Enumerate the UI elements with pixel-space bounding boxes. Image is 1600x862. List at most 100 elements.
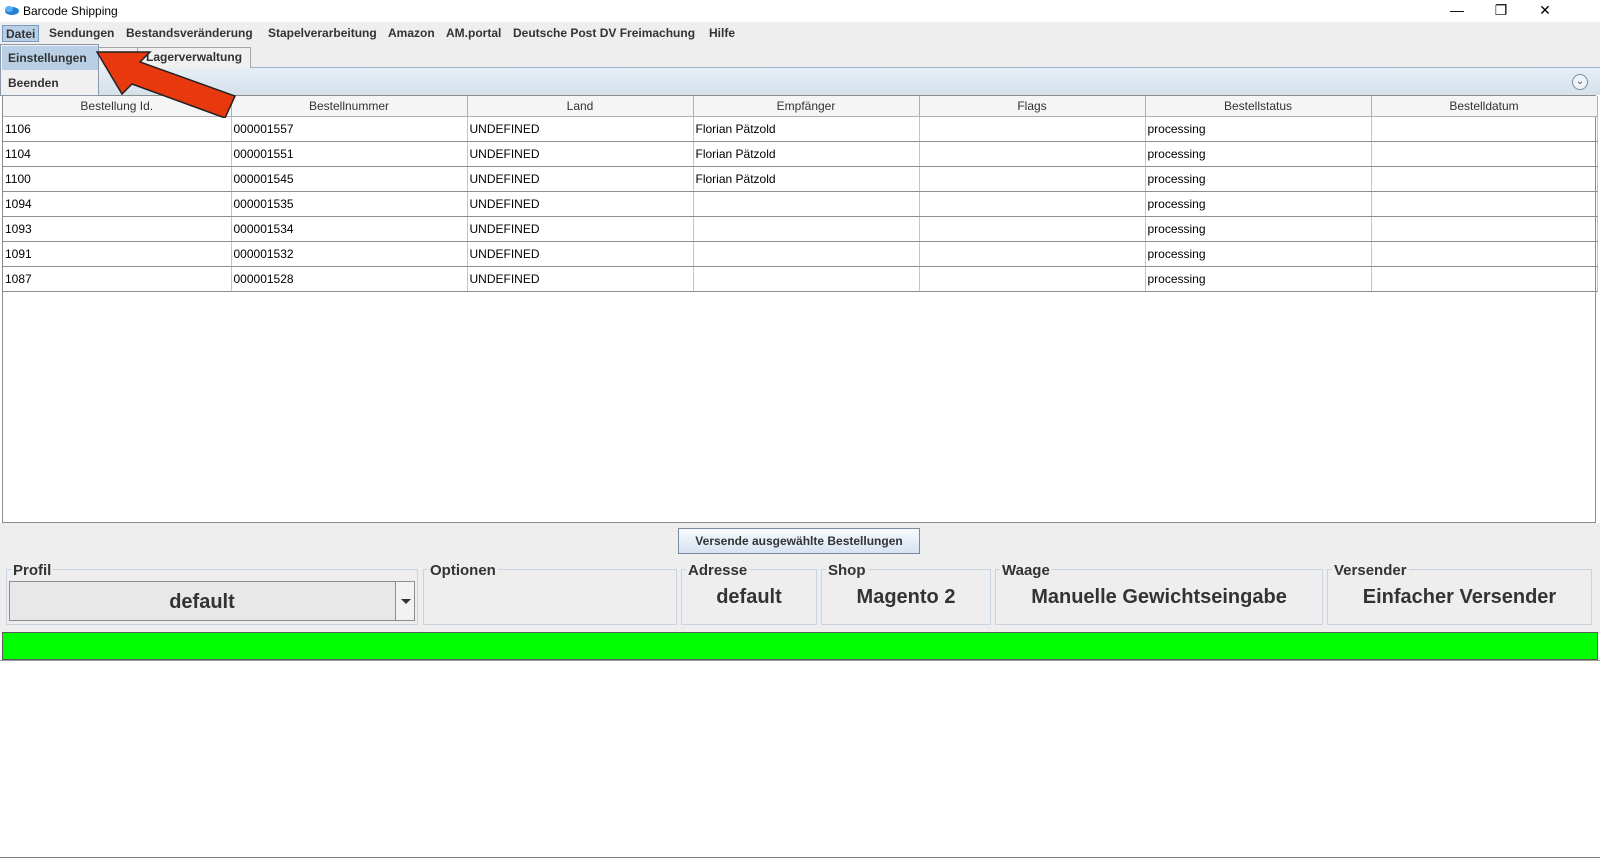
table-cell xyxy=(1371,216,1598,242)
table-cell: 000001528 xyxy=(231,266,468,292)
send-selected-orders-button[interactable]: Versende ausgewählte Bestellungen xyxy=(678,528,920,554)
versender-value: Einfacher Versender xyxy=(1362,586,1557,608)
table-row[interactable]: 1087 000001528 UNDEFINED processing xyxy=(3,266,1598,292)
table-cell xyxy=(919,116,1146,142)
table-cell xyxy=(919,241,1146,267)
table-cell: UNDEFINED xyxy=(467,191,694,217)
table-cell xyxy=(1371,241,1598,267)
table-row[interactable]: 1093 000001534 UNDEFINED processing xyxy=(3,216,1598,242)
table-cell xyxy=(919,191,1146,217)
menu-hilfe[interactable]: Hilfe xyxy=(706,25,738,42)
table-cell: 000001551 xyxy=(231,141,468,167)
table-cell: processing xyxy=(1145,166,1372,192)
profil-group: Profil default xyxy=(6,562,418,625)
adresse-value: default xyxy=(716,586,782,608)
table-cell: 1094 xyxy=(3,191,232,217)
table-cell xyxy=(693,216,920,242)
versender-group[interactable]: Versender Einfacher Versender xyxy=(1327,562,1592,625)
menu-item-beenden[interactable]: Beenden xyxy=(2,71,98,95)
table-header-row: Bestellung Id. Bestellnummer Land Empfän… xyxy=(3,96,1598,117)
minimize-button[interactable]: — xyxy=(1434,0,1480,22)
table-cell: 000001545 xyxy=(231,166,468,192)
column-header[interactable]: Flags xyxy=(919,96,1146,117)
menu-bestandsveraenderung[interactable]: Bestandsveränderung xyxy=(123,25,256,42)
table-cell xyxy=(919,266,1146,292)
waage-label: Waage xyxy=(1000,562,1052,579)
table-cell: processing xyxy=(1145,141,1372,167)
menu-datei[interactable]: Datei xyxy=(2,25,40,42)
shop-value: Magento 2 xyxy=(856,586,956,608)
table-cell xyxy=(919,216,1146,242)
versender-label: Versender xyxy=(1332,562,1409,579)
menu-stapelverarbeitung[interactable]: Stapelverarbeitung xyxy=(265,25,380,42)
menu-item-einstellungen[interactable]: Einstellungen xyxy=(2,46,98,70)
table-cell: UNDEFINED xyxy=(467,216,694,242)
table-cell: processing xyxy=(1145,191,1372,217)
table-cell: 1091 xyxy=(3,241,232,267)
table-cell: 1104 xyxy=(3,141,232,167)
table-row[interactable]: 1091 000001532 UNDEFINED processing xyxy=(3,241,1598,267)
table-row[interactable]: 1100 000001545 UNDEFINED Florian Pätzold pro… xyxy=(3,166,1598,192)
table-cell xyxy=(693,241,920,267)
orders-table: Bestellung Id. Bestellnummer Land Empfän… xyxy=(2,95,1598,523)
table-cell: 000001557 xyxy=(231,116,468,142)
menu-amazon[interactable]: Amazon xyxy=(385,25,438,42)
menu-sendungen[interactable]: Sendungen xyxy=(46,25,117,42)
shop-label: Shop xyxy=(826,562,868,579)
table-cell: processing xyxy=(1145,266,1372,292)
table-cell: UNDEFINED xyxy=(467,266,694,292)
table-cell: Florian Pätzold xyxy=(693,141,920,167)
window-title: Barcode Shipping xyxy=(23,4,118,18)
table-cell xyxy=(1371,191,1598,217)
table-row[interactable]: 1104 000001551 UNDEFINED Florian Pätzold pro… xyxy=(3,141,1598,167)
table-cell: 000001532 xyxy=(231,241,468,267)
table-row[interactable]: 1094 000001535 UNDEFINED processing xyxy=(3,191,1598,217)
table-cell xyxy=(1371,141,1598,167)
table-cell: 1087 xyxy=(3,266,232,292)
profil-label: Profil xyxy=(11,562,54,579)
table-cell xyxy=(1371,116,1598,142)
table-cell: UNDEFINED xyxy=(467,141,694,167)
column-header[interactable]: Bestelldatum xyxy=(1371,96,1598,117)
chevron-down-icon[interactable] xyxy=(395,582,414,620)
adresse-label: Adresse xyxy=(686,562,750,579)
table-cell: UNDEFINED xyxy=(467,241,694,267)
datei-dropdown-menu: Einstellungen Beenden xyxy=(0,44,99,96)
waage-group[interactable]: Waage Manuelle Gewichtseingabe xyxy=(995,562,1323,625)
column-header[interactable]: Land xyxy=(467,96,694,117)
table-cell: processing xyxy=(1145,241,1372,267)
shop-group[interactable]: Shop Magento 2 xyxy=(821,562,991,625)
column-header[interactable]: Bestellnummer xyxy=(231,96,468,117)
status-indicator-bar xyxy=(2,632,1598,660)
table-cell: UNDEFINED xyxy=(467,166,694,192)
waage-value: Manuelle Gewichtseingabe xyxy=(1031,586,1287,608)
column-header[interactable]: Empfänger xyxy=(693,96,920,117)
log-output-area[interactable] xyxy=(0,660,1600,858)
profil-select-value: default xyxy=(169,591,235,613)
menu-bar: Datei Sendungen Bestandsveränderung Stap… xyxy=(0,22,1600,44)
table-row[interactable]: 1106 000001557 UNDEFINED Florian Pätzold pro… xyxy=(3,116,1598,142)
table-cell xyxy=(1371,166,1598,192)
column-header[interactable]: Bestellstatus xyxy=(1145,96,1372,117)
table-cell: processing xyxy=(1145,116,1372,142)
red-arrow-annotation xyxy=(95,51,237,118)
menu-deutsche-post[interactable]: Deutsche Post DV Freimachung xyxy=(510,25,698,42)
double-chevron-down-icon[interactable]: ⌄ xyxy=(1572,74,1588,90)
adresse-group[interactable]: Adresse default xyxy=(681,562,817,625)
control-panel: Versende ausgewählte Bestellungen Profil… xyxy=(0,523,1600,632)
table-cell xyxy=(693,191,920,217)
menu-amportal[interactable]: AM.portal xyxy=(443,25,504,42)
optionen-label: Optionen xyxy=(428,562,498,579)
profil-select[interactable]: default xyxy=(9,581,415,621)
title-bar: Barcode Shipping — ❐ ✕ xyxy=(0,0,1600,22)
close-button[interactable]: ✕ xyxy=(1522,0,1568,22)
table-cell: 1093 xyxy=(3,216,232,242)
table-cell: UNDEFINED xyxy=(467,116,694,142)
table-cell xyxy=(919,166,1146,192)
table-cell: 1100 xyxy=(3,166,232,192)
restore-button[interactable]: ❐ xyxy=(1478,0,1524,22)
optionen-group: Optionen xyxy=(423,562,677,625)
table-cell: 000001535 xyxy=(231,191,468,217)
table-cell: Florian Pätzold xyxy=(693,166,920,192)
table-cell: 000001534 xyxy=(231,216,468,242)
